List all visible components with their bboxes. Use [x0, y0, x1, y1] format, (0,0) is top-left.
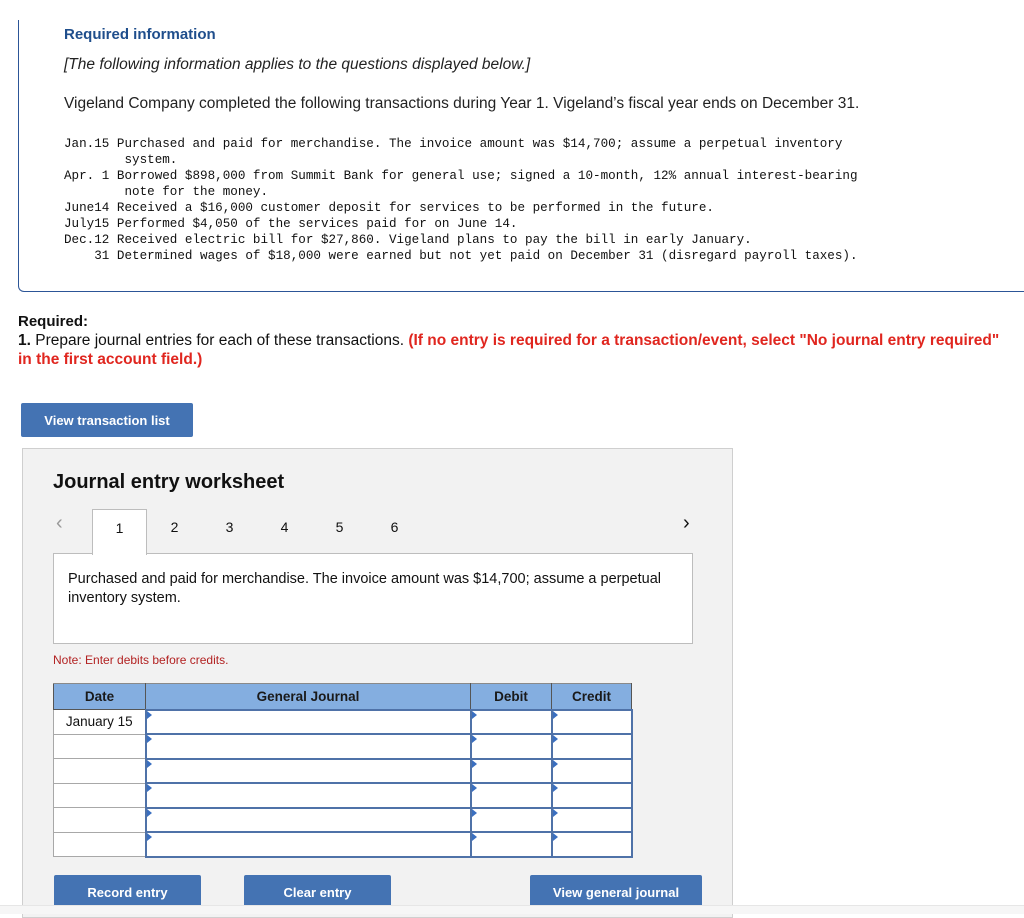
debit-input[interactable]	[471, 808, 551, 831]
credit-input-cell	[550, 757, 633, 784]
company-intro: Vigeland Company completed the following…	[64, 95, 860, 112]
tab-2[interactable]: 2	[147, 509, 202, 554]
date-cell	[53, 807, 146, 833]
transaction-item: Apr. 1 Borrowed $898,000 from Summit Ban…	[64, 169, 858, 199]
tab-5[interactable]: 5	[312, 509, 367, 554]
date-cell	[53, 782, 146, 808]
debit-input[interactable]	[471, 759, 551, 782]
clear-entry-button[interactable]: Clear entry	[244, 875, 391, 909]
account-input[interactable]	[146, 759, 470, 782]
required-instructions: 1. Prepare journal entries for each of t…	[18, 331, 1008, 369]
tab-1[interactable]: 1	[92, 509, 147, 555]
account-input-cell	[144, 831, 472, 858]
question-text: Prepare journal entries for each of thes…	[30, 332, 409, 349]
required-label: Required:	[18, 313, 89, 330]
credit-input-cell	[550, 806, 633, 833]
debit-input-cell	[469, 806, 553, 833]
credit-input[interactable]	[552, 759, 631, 782]
debit-input-cell	[469, 782, 553, 809]
table-row	[53, 757, 633, 784]
account-input[interactable]	[146, 710, 470, 733]
credit-input-cell	[550, 831, 633, 858]
tab-3[interactable]: 3	[202, 509, 257, 554]
tab-4[interactable]: 4	[257, 509, 312, 554]
transaction-item: Dec.12 Received electric bill for $27,86…	[64, 233, 752, 247]
credit-input[interactable]	[552, 735, 631, 758]
date-cell	[53, 758, 146, 784]
account-input-cell	[144, 708, 472, 735]
account-input-cell	[144, 782, 472, 809]
credit-input-cell	[550, 708, 633, 735]
account-input-cell	[144, 757, 472, 784]
transaction-item: 31 Determined wages of $18,000 were earn…	[64, 249, 858, 263]
transaction-tabs: 1 2 3 4 5 6	[92, 509, 422, 555]
table-header-row: Date General Journal Debit Credit	[53, 683, 632, 710]
debit-input-cell	[469, 733, 553, 760]
applies-note: [The following information applies to th…	[64, 56, 531, 73]
transaction-item: June14 Received a $16,000 customer depos…	[64, 201, 714, 215]
credit-input[interactable]	[552, 784, 631, 807]
debit-input-cell	[469, 708, 553, 735]
transaction-description: Purchased and paid for merchandise. The …	[53, 553, 693, 644]
bottom-scroll-edge	[0, 905, 1024, 914]
question-number: 1.	[18, 332, 31, 349]
journal-table: Date General Journal Debit Credit Januar…	[53, 683, 633, 858]
debit-input[interactable]	[471, 784, 551, 807]
record-entry-button[interactable]: Record entry	[54, 875, 201, 909]
header-general-journal: General Journal	[145, 683, 471, 710]
debit-input[interactable]	[471, 833, 551, 856]
header-date: Date	[53, 683, 146, 710]
table-row	[53, 831, 633, 858]
transaction-item: Jan.15 Purchased and paid for merchandis…	[64, 137, 843, 167]
view-general-journal-button[interactable]: View general journal	[530, 875, 702, 909]
credit-input[interactable]	[552, 710, 631, 733]
credit-input[interactable]	[552, 833, 631, 856]
account-input[interactable]	[146, 735, 470, 758]
credit-input[interactable]	[552, 808, 631, 831]
debit-input-cell	[469, 757, 553, 784]
debits-note: Note: Enter debits before credits.	[53, 653, 229, 667]
chevron-right-icon[interactable]: ›	[683, 512, 690, 535]
debit-input[interactable]	[471, 710, 551, 733]
date-cell	[53, 733, 146, 759]
table-row	[53, 782, 633, 809]
transaction-item: July15 Performed $4,050 of the services …	[64, 217, 518, 231]
credit-input-cell	[550, 733, 633, 760]
required-information-title: Required information	[64, 26, 216, 43]
table-row	[53, 733, 633, 760]
date-cell	[53, 831, 146, 857]
account-input[interactable]	[146, 833, 470, 856]
debit-input-cell	[469, 831, 553, 858]
chevron-left-icon[interactable]: ‹	[56, 512, 63, 535]
table-row: January 15	[53, 708, 633, 735]
worksheet-title: Journal entry worksheet	[53, 471, 285, 493]
table-row	[53, 806, 633, 833]
debit-input[interactable]	[471, 735, 551, 758]
account-input[interactable]	[146, 784, 470, 807]
header-credit: Credit	[551, 683, 632, 710]
transaction-list: Jan.15 Purchased and paid for merchandis…	[64, 136, 858, 264]
header-debit: Debit	[470, 683, 552, 710]
view-transaction-list-button[interactable]: View transaction list	[21, 403, 193, 437]
account-input-cell	[144, 733, 472, 760]
credit-input-cell	[550, 782, 633, 809]
tab-6[interactable]: 6	[367, 509, 422, 554]
date-cell: January 15	[53, 709, 146, 735]
account-input[interactable]	[146, 808, 470, 831]
account-input-cell	[144, 806, 472, 833]
journal-entry-worksheet: Journal entry worksheet ‹ 1 2 3 4 5 6 › …	[22, 448, 733, 918]
